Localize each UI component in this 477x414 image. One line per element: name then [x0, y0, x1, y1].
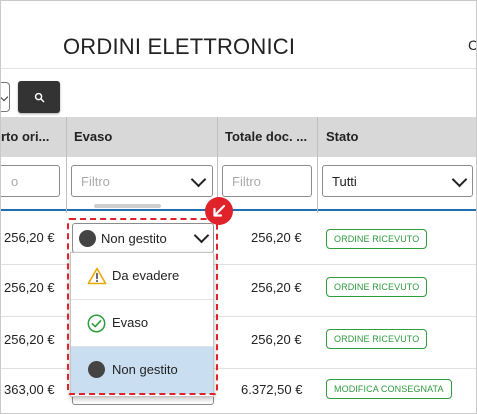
status-badge: ORDINE RICEVUTO — [326, 277, 428, 297]
totale-cell: 6.372,50 € — [241, 382, 303, 397]
page-title: ORDINI ELETTRONICI — [63, 34, 296, 59]
status-badge: ORDINE RICEVUTO — [326, 329, 428, 349]
toolbar-select[interactable] — [1, 82, 10, 112]
evaso-filter-select[interactable]: Filtro — [71, 165, 213, 197]
screen: ORDINI ELETTRONICI C rto ori... Evaso To… — [0, 0, 477, 414]
column-header-totale[interactable]: Totale doc. ... — [225, 129, 307, 144]
tutorial-pointer — [205, 197, 233, 225]
importo-cell: 256,20 € — [4, 280, 55, 295]
search-button[interactable] — [18, 81, 60, 113]
status-badge: ORDINE RICEVUTO — [326, 229, 428, 249]
column-header-evaso[interactable]: Evaso — [74, 129, 112, 144]
filter-placeholder: Filtro — [81, 174, 110, 189]
totale-filter-input[interactable]: Filtro — [222, 165, 312, 197]
totale-cell: 256,20 € — [251, 280, 302, 295]
filter-placeholder: o — [11, 174, 19, 189]
importo-cell: 363,00 € — [4, 382, 55, 397]
stato-filter-select[interactable]: Tutti — [322, 165, 473, 197]
chevron-down-icon — [190, 171, 207, 188]
totale-cell: 256,20 € — [251, 332, 302, 347]
chevron-down-icon — [1, 92, 9, 102]
importo-cell: 256,20 € — [4, 230, 55, 245]
horizontal-scrollbar[interactable] — [94, 204, 161, 208]
column-header-importo[interactable]: rto ori... — [1, 129, 49, 144]
totale-cell: 256,20 € — [251, 230, 302, 245]
importo-cell: 256,20 € — [4, 332, 55, 347]
column-header-stato[interactable]: Stato — [326, 129, 359, 144]
filter-selected-value: Tutti — [332, 174, 357, 189]
status-badge: MODIFICA CONSEGNATA — [326, 379, 452, 399]
chevron-down-icon — [451, 171, 468, 188]
arrow-down-left-icon — [213, 204, 226, 217]
filter-placeholder: Filtro — [232, 174, 261, 189]
title-divider — [1, 68, 476, 69]
header-cutoff-text: C — [468, 37, 476, 53]
tutorial-highlight-box — [67, 218, 218, 395]
search-icon — [34, 92, 44, 102]
importo-filter-input[interactable]: o — [1, 165, 60, 197]
